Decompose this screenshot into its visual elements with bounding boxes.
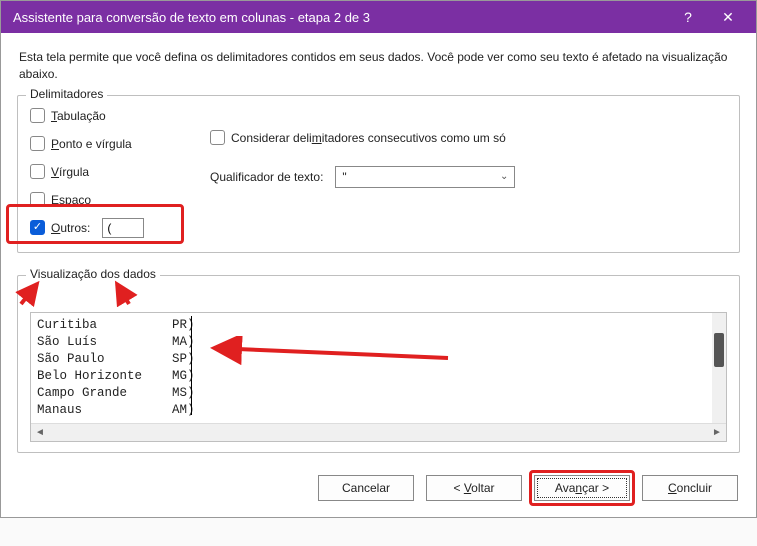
back-button[interactable]: < Voltar — [426, 475, 522, 501]
data-preview-legend: Visualização dos dados — [26, 267, 160, 281]
annotation-arrow-icon — [208, 336, 458, 366]
cancel-button[interactable]: Cancelar — [318, 475, 414, 501]
finish-button-label: Concluir — [668, 481, 712, 495]
delimiters-legend: Delimitadores — [26, 87, 107, 101]
column-separator — [191, 316, 192, 415]
checkbox-unchecked-icon[interactable] — [30, 108, 45, 123]
text-qualifier-label: Qualificador de texto: — [210, 170, 323, 184]
scrollbar-thumb[interactable] — [714, 333, 724, 367]
dialog-window: Assistente para conversão de texto em co… — [0, 0, 757, 518]
next-button[interactable]: Avançar > — [534, 475, 630, 501]
data-preview-box: Curitiba PR) São Luís MA) São Paulo SP) … — [30, 312, 727, 442]
close-button[interactable]: ✕ — [708, 1, 748, 33]
text-qualifier-value: " — [342, 170, 346, 184]
delimiters-group: Delimitadores Tabulação Ponto e vírgula … — [17, 95, 740, 253]
close-icon: ✕ — [722, 9, 734, 26]
delimiter-comma[interactable]: Vírgula — [30, 162, 180, 182]
delimiter-list: Tabulação Ponto e vírgula Vírgula Espaço — [30, 106, 180, 238]
title-bar: Assistente para conversão de texto em co… — [1, 1, 756, 33]
consecutive-delimiters[interactable]: Considerar delimitadores consecutivos co… — [210, 128, 727, 148]
data-preview-content: Curitiba PR) São Luís MA) São Paulo SP) … — [31, 313, 726, 441]
next-button-label: Avançar > — [555, 481, 609, 495]
delimiter-other-input[interactable] — [102, 218, 144, 238]
scroll-left-icon[interactable]: ◄ — [31, 423, 49, 441]
text-qualifier-select[interactable]: " ⌄ — [335, 166, 515, 188]
back-button-label: < Voltar — [453, 481, 494, 495]
delimiter-other[interactable]: Outros: — [30, 218, 180, 238]
cancel-button-label: Cancelar — [342, 481, 390, 495]
delimiter-semicolon[interactable]: Ponto e vírgula — [30, 134, 180, 154]
vertical-scrollbar[interactable] — [712, 313, 726, 423]
delimiter-space-label: Espaço — [51, 193, 91, 207]
horizontal-scrollbar[interactable]: ◄ ► — [31, 423, 726, 441]
delimiter-tab[interactable]: Tabulação — [30, 106, 180, 126]
intro-text: Esta tela permite que você defina os del… — [19, 49, 738, 83]
delimiter-comma-label: Vírgula — [51, 165, 89, 179]
help-button[interactable]: ? — [668, 1, 708, 33]
checkbox-checked-icon[interactable] — [30, 220, 45, 235]
chevron-down-icon: ⌄ — [500, 171, 508, 182]
delimiter-semicolon-label: Ponto e vírgula — [51, 137, 132, 151]
button-row: Cancelar < Voltar Avançar > Concluir — [17, 475, 740, 501]
delimiter-tab-label: Tabulação — [51, 109, 106, 123]
checkbox-unchecked-icon[interactable] — [210, 130, 225, 145]
checkbox-unchecked-icon[interactable] — [30, 164, 45, 179]
finish-button[interactable]: Concluir — [642, 475, 738, 501]
dialog-content: Esta tela permite que você defina os del… — [1, 33, 756, 517]
checkbox-unchecked-icon[interactable] — [30, 136, 45, 151]
delimiter-space[interactable]: Espaço — [30, 190, 180, 210]
window-title: Assistente para conversão de texto em co… — [13, 10, 668, 25]
delimiter-other-label: Outros: — [51, 221, 90, 235]
scroll-right-icon[interactable]: ► — [708, 423, 726, 441]
consecutive-delimiters-label: Considerar delimitadores consecutivos co… — [231, 131, 506, 145]
data-preview-group: Visualização dos dados Curitiba PR) São … — [17, 275, 740, 453]
checkbox-unchecked-icon[interactable] — [30, 192, 45, 207]
